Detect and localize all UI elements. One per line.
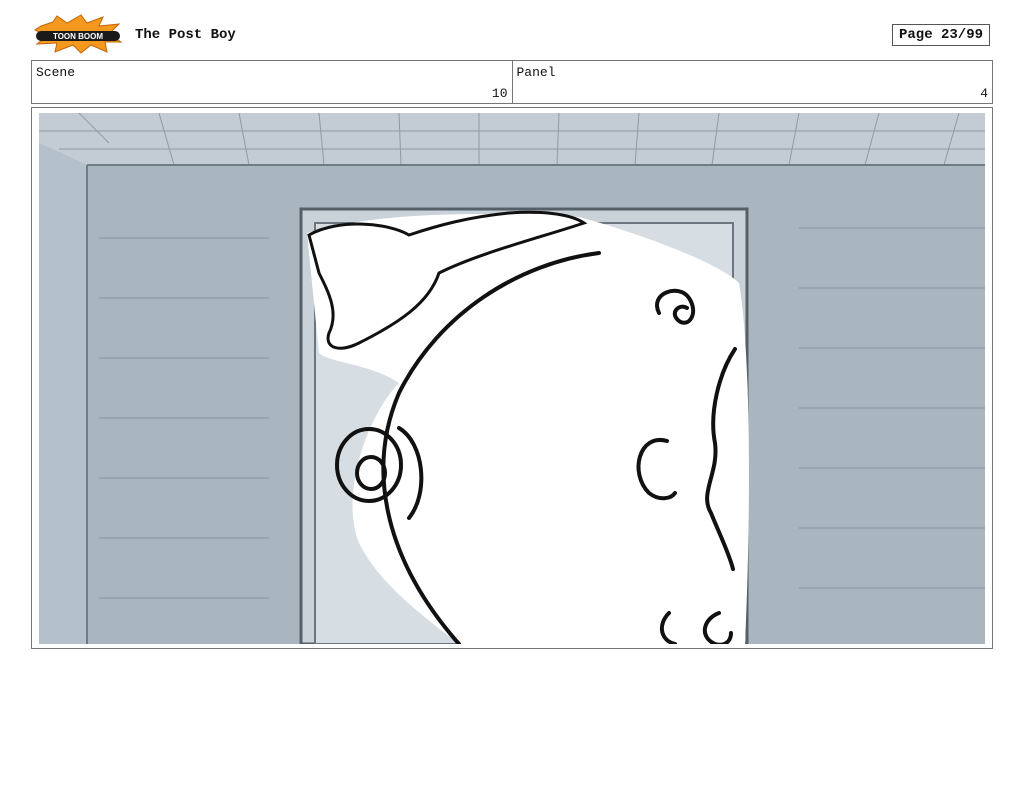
scene-cell: Scene 10 [32, 61, 512, 103]
scene-label: Scene [36, 65, 76, 80]
left-wall [39, 143, 87, 644]
document-title: The Post Boy [135, 27, 236, 43]
panel-cell: Panel 4 [511, 61, 993, 103]
toon-boom-logo: TOON BOOM [34, 14, 123, 54]
scene-value: 10 [491, 86, 508, 101]
storyboard-frame [31, 107, 993, 649]
page-number: Page 23/99 [892, 24, 990, 46]
ceiling [39, 113, 985, 165]
panel-label: Panel [516, 65, 556, 80]
svg-text:TOON BOOM: TOON BOOM [53, 32, 103, 41]
scene-panel-info: Scene 10 Panel 4 [31, 60, 993, 104]
panel-value: 4 [980, 86, 988, 101]
storyboard-drawing [39, 113, 985, 644]
